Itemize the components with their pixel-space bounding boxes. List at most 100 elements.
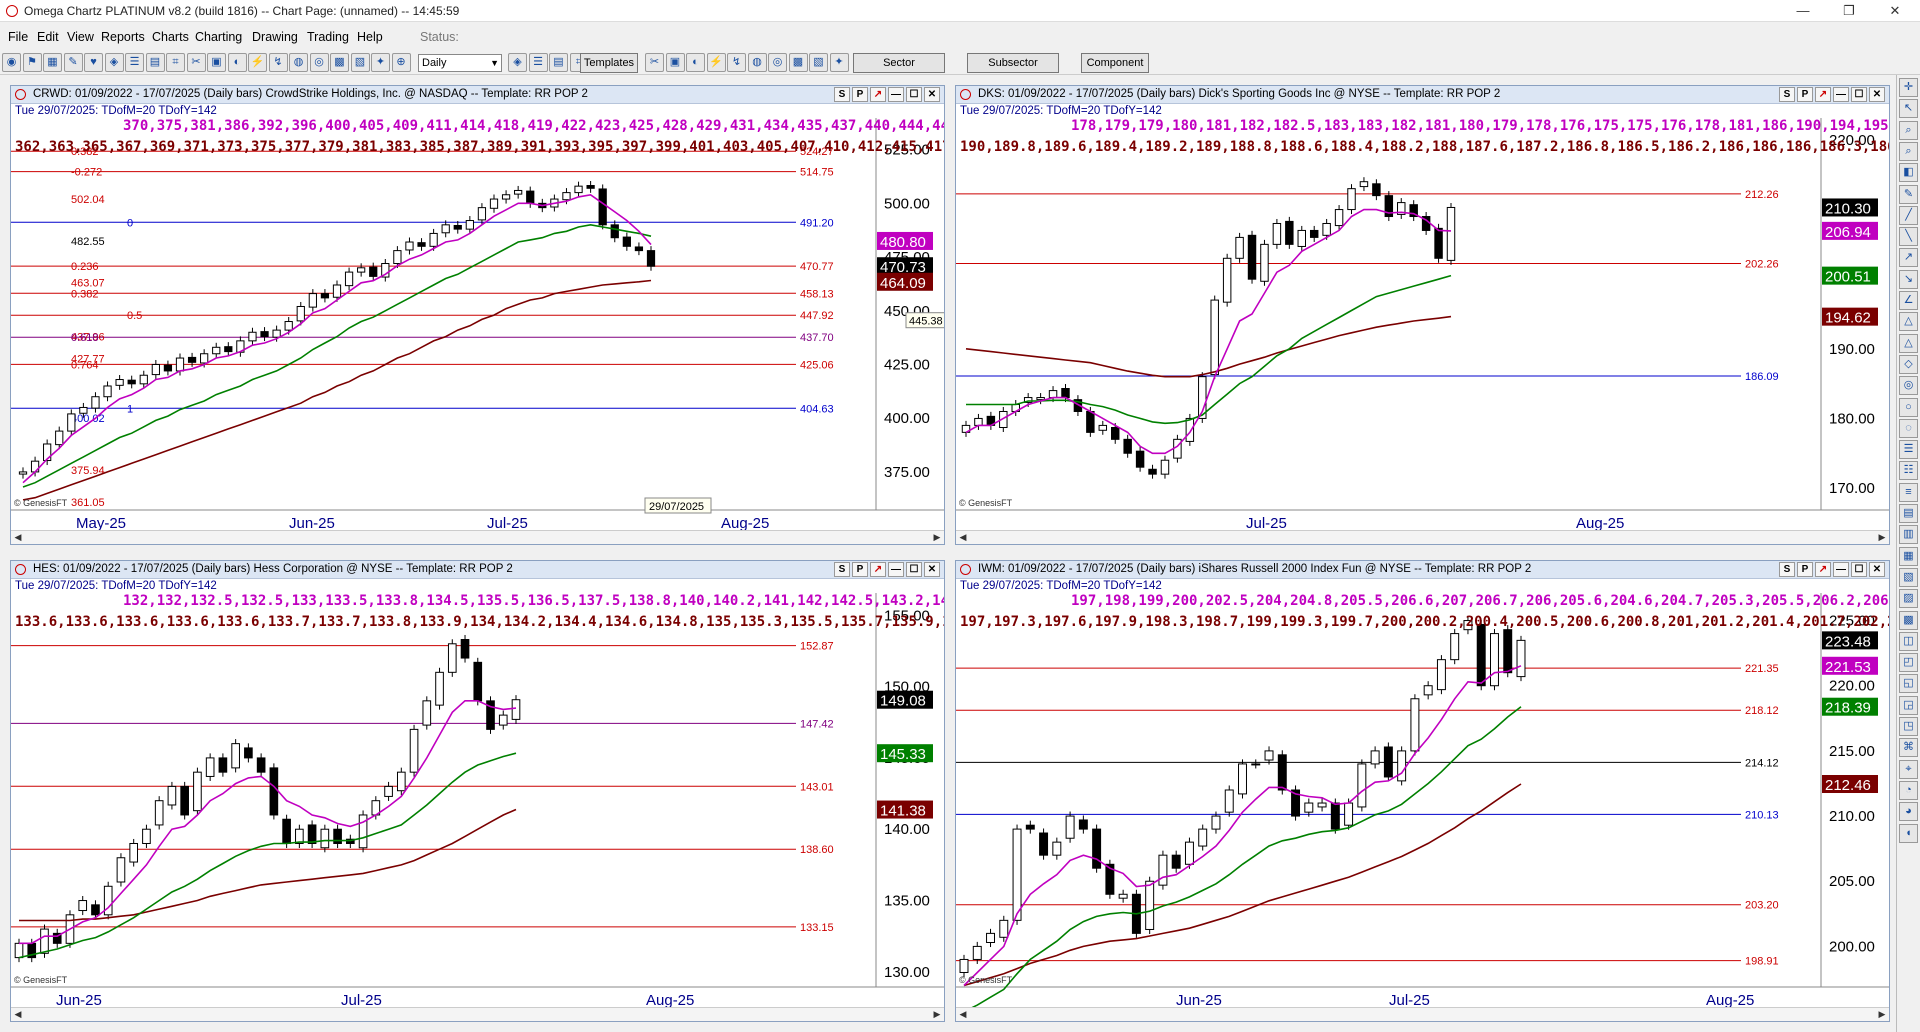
toolbar-tool-icon[interactable]: ✂: [186, 53, 206, 72]
toolbar-tool-icon[interactable]: ◎: [768, 53, 787, 72]
horizontal-scrollbar[interactable]: ◀ ▶: [11, 1007, 944, 1021]
pane-close-icon[interactable]: ✕: [1869, 562, 1885, 577]
toolbar-tool-icon[interactable]: ✦: [829, 53, 849, 72]
toolbar-tool-icon[interactable]: ↯: [268, 53, 288, 72]
component-button[interactable]: Component: [1081, 53, 1149, 73]
price-chart[interactable]: 155.00150.00145.00140.00135.00130.00152.…: [11, 593, 944, 1009]
drawing-tool-icon[interactable]: ⌕: [1899, 141, 1918, 161]
pane-maximize-icon[interactable]: ☐: [1851, 87, 1867, 102]
toolbar-tool-icon[interactable]: ▣: [207, 53, 226, 72]
chart-pane-dks[interactable]: DKS: 01/09/2022 - 17/07/2025 (Daily bars…: [955, 85, 1890, 545]
drawing-tool-icon[interactable]: ✎: [1899, 184, 1918, 204]
pane-s-button[interactable]: S: [1779, 87, 1795, 102]
pane-p-button[interactable]: P: [852, 562, 868, 577]
pane-s-button[interactable]: S: [834, 562, 850, 577]
toolbar-tool-icon[interactable]: ◍: [747, 53, 767, 72]
toolbar-tool-icon[interactable]: ◈: [508, 53, 527, 72]
pane-minimize-icon[interactable]: —: [888, 87, 904, 102]
pane-close-icon[interactable]: ✕: [924, 562, 940, 577]
toolbar-tool-icon[interactable]: ◈: [104, 53, 124, 72]
drawing-tool-icon[interactable]: ∠: [1899, 291, 1918, 310]
scroll-right-icon[interactable]: ▶: [1875, 1008, 1889, 1021]
chart-pane-iwm[interactable]: IWM: 01/09/2022 - 17/07/2025 (Daily bars…: [955, 560, 1890, 1022]
toolbar-tool-icon[interactable]: ♥: [84, 53, 103, 72]
pane-popout-icon[interactable]: ↗: [870, 87, 886, 102]
menu-charting[interactable]: Charting: [195, 30, 242, 44]
drawing-tool-icon[interactable]: ↗: [1899, 248, 1918, 268]
toolbar-tool-icon[interactable]: ◉: [2, 53, 21, 72]
drawing-tool-icon[interactable]: ◇: [1899, 354, 1918, 374]
drawing-tool-icon[interactable]: ╲: [1899, 227, 1918, 247]
templates-button[interactable]: Templates: [580, 53, 638, 73]
price-chart[interactable]: 220.00190.00180.00170.00212.26202.26186.…: [956, 118, 1889, 532]
drawing-tool-icon[interactable]: ▧: [1899, 567, 1918, 587]
menu-edit[interactable]: Edit: [37, 30, 59, 44]
toolbar-tool-icon[interactable]: ⚑: [22, 53, 42, 72]
toolbar-tool-icon[interactable]: ▩: [788, 53, 808, 72]
drawing-tool-icon[interactable]: ◧: [1899, 163, 1918, 183]
toolbar-tool-icon[interactable]: ⌗: [166, 53, 185, 72]
drawing-tool-icon[interactable]: ☰: [1899, 440, 1918, 460]
drawing-tool-icon[interactable]: ◫: [1899, 631, 1918, 651]
drawing-tool-icon[interactable]: ◱: [1899, 674, 1918, 694]
pane-maximize-icon[interactable]: ☐: [906, 87, 922, 102]
menu-trading[interactable]: Trading: [307, 30, 349, 44]
drawing-tool-icon[interactable]: ↘: [1899, 269, 1918, 289]
horizontal-scrollbar[interactable]: ◀ ▶: [11, 530, 944, 544]
pane-popout-icon[interactable]: ↗: [1815, 87, 1831, 102]
toolbar-tool-icon[interactable]: ✦: [371, 53, 390, 72]
menu-view[interactable]: View: [67, 30, 94, 44]
toolbar-tool-icon[interactable]: ↯: [727, 53, 746, 72]
scroll-left-icon[interactable]: ◀: [956, 531, 970, 544]
pane-maximize-icon[interactable]: ☐: [1851, 562, 1867, 577]
pane-s-button[interactable]: S: [1779, 562, 1795, 577]
toolbar-tool-icon[interactable]: ▦: [43, 53, 62, 72]
toolbar-tool-icon[interactable]: ▤: [549, 53, 568, 72]
drawing-tool-icon[interactable]: ▥: [1899, 525, 1918, 545]
scroll-right-icon[interactable]: ▶: [930, 531, 944, 544]
menu-help[interactable]: Help: [357, 30, 383, 44]
price-chart[interactable]: 225.00220.00215.00210.00205.00200.00221.…: [956, 593, 1889, 1009]
drawing-tool-icon[interactable]: ◕: [1899, 802, 1918, 822]
pane-close-icon[interactable]: ✕: [924, 87, 940, 102]
drawing-tool-icon[interactable]: ◌: [1899, 418, 1918, 438]
toolbar-tool-icon[interactable]: ▧: [350, 53, 370, 72]
pane-minimize-icon[interactable]: —: [1833, 562, 1849, 577]
horizontal-scrollbar[interactable]: ◀ ▶: [956, 530, 1889, 544]
drawing-tool-icon[interactable]: ⌖: [1899, 759, 1918, 779]
toolbar-tool-icon[interactable]: ☰: [125, 53, 144, 72]
horizontal-scrollbar[interactable]: ◀ ▶: [956, 1007, 1889, 1021]
toolbar-tool-icon[interactable]: ◐: [686, 53, 705, 72]
drawing-tool-icon[interactable]: ◳: [1899, 717, 1918, 736]
toolbar-tool-icon[interactable]: ⊕: [391, 53, 411, 72]
pane-minimize-icon[interactable]: —: [1833, 87, 1849, 102]
drawing-tool-icon[interactable]: ╱: [1899, 205, 1918, 225]
toolbar-tool-icon[interactable]: ▩: [330, 53, 349, 72]
chart-pane-crwd[interactable]: CRWD: 01/09/2022 - 17/07/2025 (Daily bar…: [10, 85, 945, 545]
drawing-tool-icon[interactable]: ≡: [1899, 482, 1918, 502]
drawing-tool-icon[interactable]: ↖: [1899, 99, 1918, 119]
price-chart[interactable]: 525.00500.00475.00450.00425.00400.00375.…: [11, 118, 944, 532]
toolbar-tool-icon[interactable]: ◍: [289, 53, 308, 72]
drawing-tool-icon[interactable]: △: [1899, 312, 1918, 332]
scroll-left-icon[interactable]: ◀: [956, 1008, 970, 1021]
pane-popout-icon[interactable]: ↗: [1815, 562, 1831, 577]
drawing-tool-icon[interactable]: ◰: [1899, 653, 1918, 673]
scroll-left-icon[interactable]: ◀: [11, 531, 25, 544]
toolbar-tool-icon[interactable]: ⚡: [248, 53, 267, 72]
toolbar-tool-icon[interactable]: ✂: [645, 53, 664, 72]
period-select[interactable]: Daily ▼: [418, 54, 502, 72]
menu-reports[interactable]: Reports: [101, 30, 145, 44]
toolbar-tool-icon[interactable]: ▣: [665, 53, 685, 72]
drawing-tool-icon[interactable]: ▨: [1899, 589, 1918, 609]
close-button[interactable]: ✕: [1872, 0, 1918, 22]
drawing-tool-icon[interactable]: ⌘: [1899, 738, 1918, 758]
drawing-tool-icon[interactable]: △: [1899, 333, 1918, 353]
sector-button[interactable]: Sector: [853, 53, 945, 73]
pane-p-button[interactable]: P: [1797, 562, 1813, 577]
drawing-tool-icon[interactable]: ▦: [1899, 546, 1918, 566]
toolbar-tool-icon[interactable]: ▤: [145, 53, 165, 72]
toolbar-tool-icon[interactable]: ☰: [528, 53, 548, 72]
pane-close-icon[interactable]: ✕: [1869, 87, 1885, 102]
menu-charts[interactable]: Charts: [152, 30, 189, 44]
